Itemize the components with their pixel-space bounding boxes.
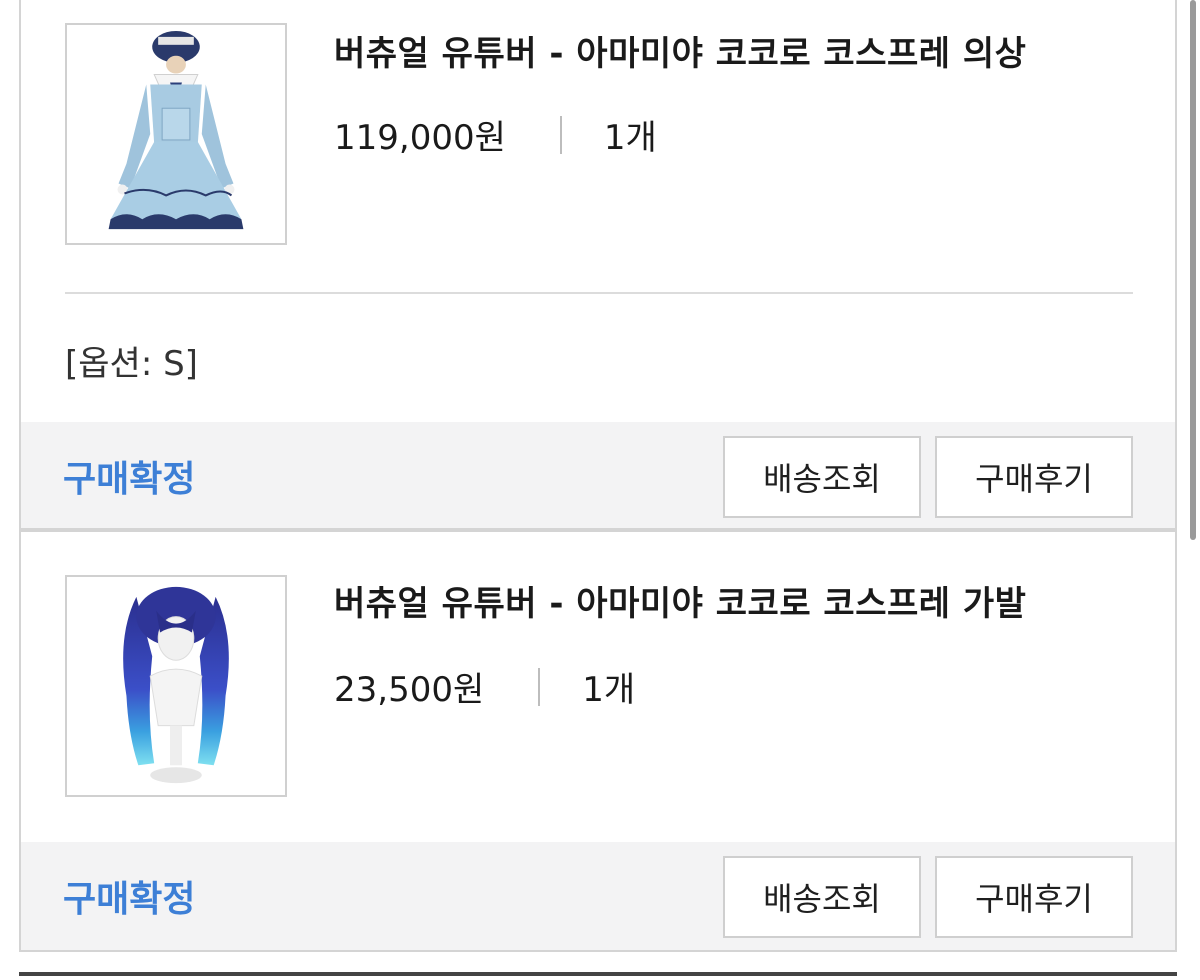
write-review-button[interactable]: 구매후기	[935, 436, 1133, 518]
product-price: 119,000원	[334, 118, 506, 158]
product-option: [옵션: S]	[65, 344, 198, 384]
price-quantity-row: 23,500원 1개	[334, 662, 635, 711]
order-action-bar: 구매확정 배송조회 구매후기	[21, 422, 1175, 530]
order-list: 버츄얼 유튜버 - 아마미야 코코로 코스프레 의상 119,000원 1개 […	[19, 0, 1177, 952]
product-quantity: 1개	[603, 118, 657, 158]
product-name[interactable]: 버츄얼 유튜버 - 아마미야 코코로 코스프레 의상	[334, 26, 1026, 75]
order-item: 버츄얼 유튜버 - 아마미야 코코로 코스프레 의상 119,000원 1개 […	[21, 0, 1175, 530]
divider	[65, 292, 1133, 294]
bottom-divider	[19, 972, 1177, 976]
order-item: 버츄얼 유튜버 - 아마미야 코코로 코스프레 가발 23,500원 1개 구매…	[21, 530, 1175, 952]
track-delivery-button[interactable]: 배송조회	[723, 436, 921, 518]
price-quantity-row: 119,000원 1개	[334, 110, 657, 159]
scrollbar[interactable]	[1190, 0, 1196, 540]
product-thumbnail[interactable]	[65, 23, 287, 245]
product-price: 23,500원	[334, 670, 485, 710]
wig-image	[67, 577, 285, 795]
order-status: 구매확정	[63, 879, 196, 920]
separator	[538, 667, 541, 706]
product-thumbnail[interactable]	[65, 575, 287, 797]
track-delivery-button[interactable]: 배송조회	[723, 856, 921, 938]
product-name[interactable]: 버츄얼 유튜버 - 아마미야 코코로 코스프레 가발	[334, 576, 1026, 625]
costume-dress-image	[67, 25, 285, 243]
order-status: 구매확정	[63, 459, 196, 500]
write-review-button[interactable]: 구매후기	[935, 856, 1133, 938]
separator	[559, 115, 562, 154]
order-action-bar: 구매확정 배송조회 구매후기	[21, 842, 1175, 950]
product-quantity: 1개	[582, 670, 636, 710]
